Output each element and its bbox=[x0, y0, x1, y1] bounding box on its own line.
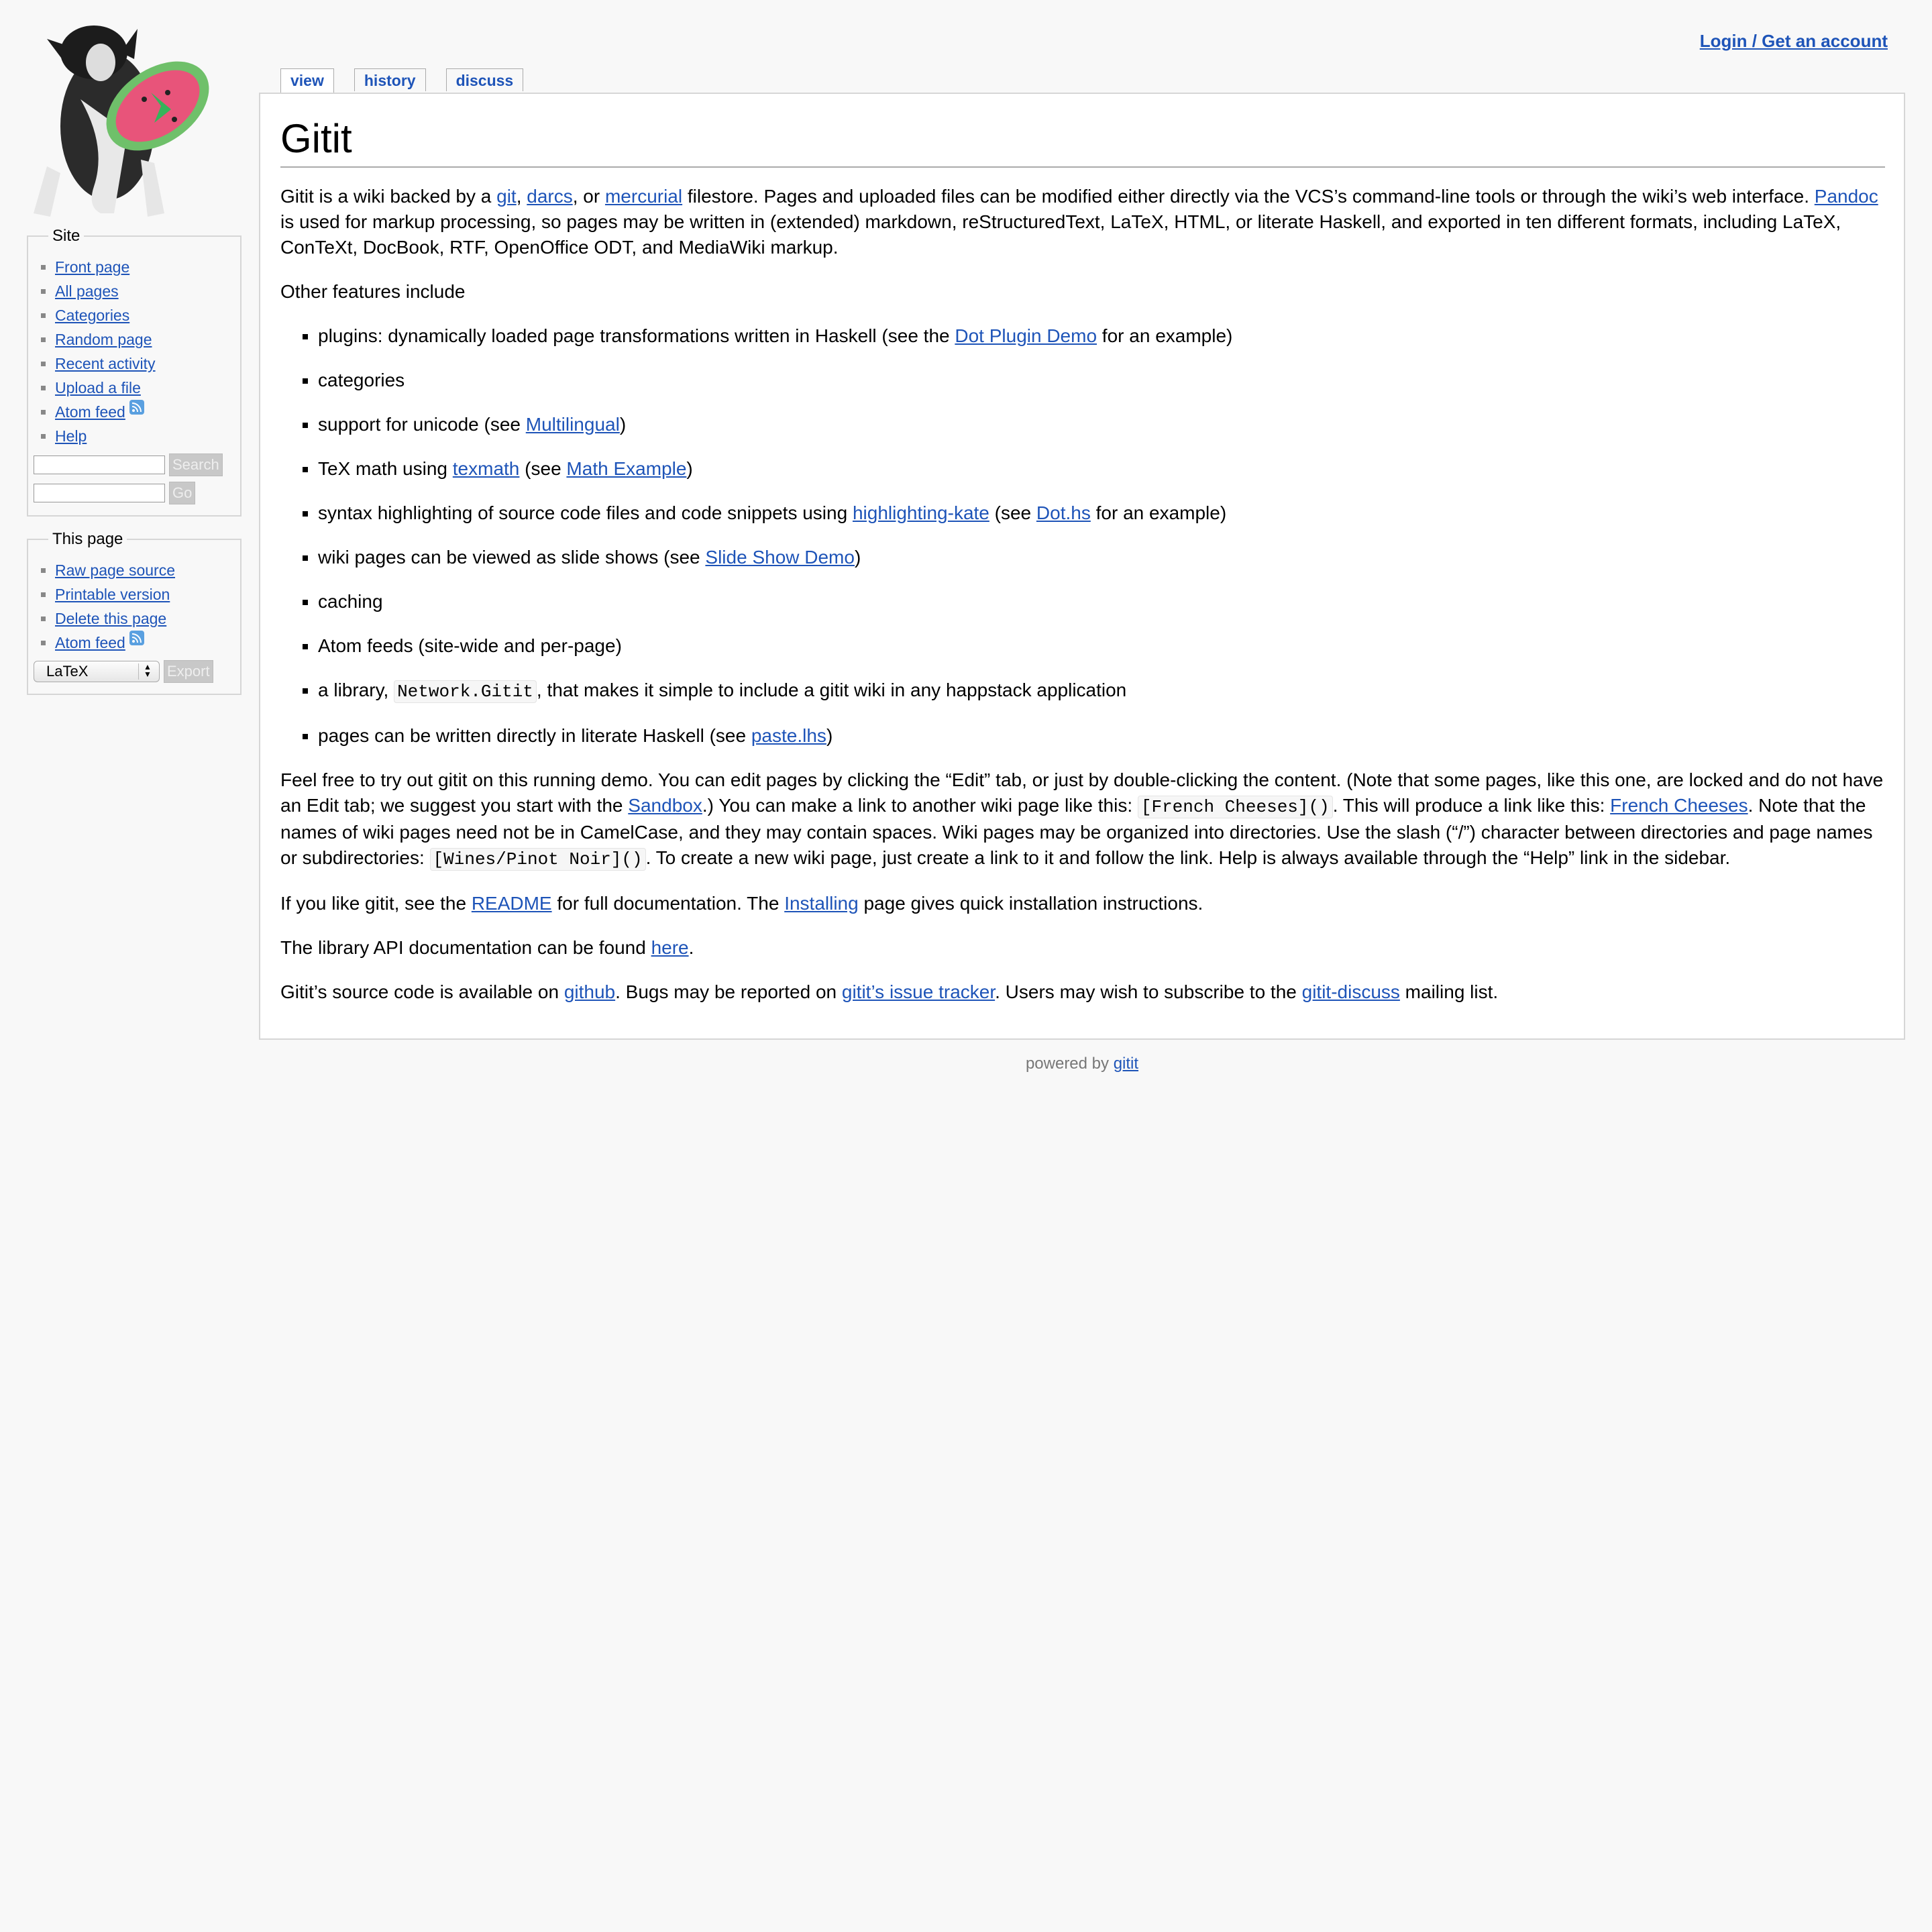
github-link[interactable]: github bbox=[564, 981, 615, 1002]
random-page-link[interactable]: Random page bbox=[55, 331, 152, 348]
tab-discuss[interactable]: discuss bbox=[445, 68, 524, 91]
network-gitit-code: Network.Gitit bbox=[394, 680, 537, 703]
raw-page-source-link[interactable]: Raw page source bbox=[55, 561, 175, 579]
sidebar-item-front-page: Front page bbox=[55, 255, 235, 279]
footer-gitit-link[interactable]: gitit bbox=[1114, 1055, 1138, 1073]
sidebar-item-random-page: Random page bbox=[55, 327, 235, 352]
readme-link[interactable]: README bbox=[472, 893, 552, 914]
page-title: Gitit bbox=[280, 117, 1885, 168]
sidebar-site-list: Front page All pages Categories Random p… bbox=[34, 255, 235, 448]
categories-link[interactable]: Categories bbox=[55, 307, 129, 324]
list-item: TeX math using texmath (see Math Example… bbox=[318, 456, 1885, 482]
list-item: pages can be written directly in literat… bbox=[318, 723, 1885, 749]
sidebar-item-printable: Printable version bbox=[55, 582, 235, 606]
go-form: Go bbox=[34, 482, 235, 504]
tab-history[interactable]: history bbox=[354, 68, 426, 91]
sidebar-site-box: Site Front page All pages Categories Ran… bbox=[27, 227, 241, 517]
all-pages-link[interactable]: All pages bbox=[55, 282, 119, 300]
site-atom-feed-link[interactable]: Atom feed bbox=[55, 403, 125, 421]
tab-history-label[interactable]: history bbox=[364, 72, 416, 89]
mercurial-link[interactable]: mercurial bbox=[605, 186, 682, 207]
help-link[interactable]: Help bbox=[55, 427, 87, 445]
list-item: categories bbox=[318, 368, 1885, 393]
intro-paragraph: Gitit is a wiki backed by a git, darcs, … bbox=[280, 186, 1878, 258]
tab-view-label[interactable]: view bbox=[290, 72, 324, 89]
page-content[interactable]: Gitit Gitit is a wiki backed by a git, d… bbox=[259, 93, 1905, 1040]
search-form: Search bbox=[34, 453, 235, 476]
dot-plugin-demo-link[interactable]: Dot Plugin Demo bbox=[955, 325, 1097, 346]
sidebar-item-categories: Categories bbox=[55, 303, 235, 327]
list-item: support for unicode (see Multilingual) bbox=[318, 412, 1885, 437]
issue-tracker-link[interactable]: gitit’s issue tracker bbox=[842, 981, 995, 1002]
footer-text: powered by bbox=[1025, 1055, 1114, 1073]
installing-link[interactable]: Installing bbox=[784, 893, 859, 914]
export-button[interactable]: Export bbox=[164, 660, 213, 683]
site-logo[interactable] bbox=[20, 12, 221, 223]
multilingual-link[interactable]: Multilingual bbox=[526, 414, 620, 435]
delete-page-link[interactable]: Delete this page bbox=[55, 610, 166, 627]
sidebar-item-delete: Delete this page bbox=[55, 606, 235, 631]
page-atom-feed-link[interactable]: Atom feed bbox=[55, 634, 125, 651]
list-item: caching bbox=[318, 589, 1885, 614]
footer: powered by gitit bbox=[259, 1055, 1905, 1073]
highlighting-kate-link[interactable]: highlighting-kate bbox=[853, 502, 989, 523]
sidebar-item-page-atom-feed: Atom feed bbox=[55, 631, 235, 655]
search-input[interactable] bbox=[34, 455, 165, 474]
go-input[interactable] bbox=[34, 484, 165, 502]
pandoc-link[interactable]: Pandoc bbox=[1815, 186, 1878, 207]
list-item: Atom feeds (site-wide and per-page) bbox=[318, 633, 1885, 659]
sidebar-this-page-box: This page Raw page source Printable vers… bbox=[27, 530, 241, 695]
export-form: LaTeX ▲ ▼ Export bbox=[34, 660, 235, 683]
go-button[interactable]: Go bbox=[169, 482, 196, 504]
list-item: wiki pages can be viewed as slide shows … bbox=[318, 545, 1885, 570]
french-cheeses-code: [French Cheeses]() bbox=[1137, 796, 1333, 818]
sidebar-item-recent-activity: Recent activity bbox=[55, 352, 235, 376]
tab-discuss-label[interactable]: discuss bbox=[456, 72, 514, 89]
list-item: syntax highlighting of source code files… bbox=[318, 500, 1885, 526]
login-link[interactable]: Login / Get an account bbox=[1700, 31, 1888, 52]
gitit-discuss-link[interactable]: gitit-discuss bbox=[1302, 981, 1400, 1002]
sandbox-link[interactable]: Sandbox bbox=[628, 795, 702, 816]
sidebar-item-atom-feed: Atom feed bbox=[55, 400, 235, 424]
rss-feed-icon[interactable] bbox=[129, 631, 144, 645]
sidebar-item-raw-source: Raw page source bbox=[55, 558, 235, 582]
front-page-link[interactable]: Front page bbox=[55, 258, 129, 276]
sidebar-this-page-legend: This page bbox=[52, 530, 123, 548]
list-item: a library, Network.Gitit, that makes it … bbox=[318, 678, 1885, 704]
sidebar-this-page-list: Raw page source Printable version Delete… bbox=[34, 558, 235, 655]
sidebar-site-legend: Site bbox=[52, 227, 80, 245]
darcs-link[interactable]: darcs bbox=[527, 186, 572, 207]
search-button[interactable]: Search bbox=[169, 453, 223, 476]
tab-view[interactable]: view bbox=[280, 68, 334, 94]
git-link[interactable]: git bbox=[496, 186, 517, 207]
other-features-heading: Other features include bbox=[280, 281, 466, 302]
printable-version-link[interactable]: Printable version bbox=[55, 586, 170, 603]
slide-show-demo-link[interactable]: Slide Show Demo bbox=[705, 547, 855, 568]
math-example-link[interactable]: Math Example bbox=[566, 458, 686, 479]
features-list: plugins: dynamically loaded page transfo… bbox=[280, 323, 1885, 749]
readme-paragraph: If you like gitit, see the README for fu… bbox=[280, 893, 1203, 914]
sidebar-item-help: Help bbox=[55, 424, 235, 448]
select-arrows-icon: ▲ ▼ bbox=[138, 663, 154, 680]
list-item: plugins: dynamically loaded page transfo… bbox=[318, 323, 1885, 349]
wines-code: [Wines/Pinot Noir]() bbox=[429, 848, 646, 871]
texmath-link[interactable]: texmath bbox=[453, 458, 520, 479]
dot-hs-link[interactable]: Dot.hs bbox=[1036, 502, 1091, 523]
export-format-select[interactable]: LaTeX ▲ ▼ bbox=[34, 661, 160, 682]
sidebar-item-all-pages: All pages bbox=[55, 279, 235, 303]
paste-lhs-link[interactable]: paste.lhs bbox=[751, 725, 826, 746]
source-paragraph: Gitit’s source code is available on gith… bbox=[280, 981, 1499, 1002]
page-tabs: view history discuss bbox=[280, 68, 524, 94]
recent-activity-link[interactable]: Recent activity bbox=[55, 355, 156, 372]
sidebar-item-upload: Upload a file bbox=[55, 376, 235, 400]
api-here-link[interactable]: here bbox=[651, 937, 689, 958]
feel-free-paragraph: Feel free to try out gitit on this runni… bbox=[280, 769, 1884, 871]
api-paragraph: The library API documentation can be fou… bbox=[280, 937, 694, 958]
french-cheeses-link[interactable]: French Cheeses bbox=[1610, 795, 1748, 816]
rss-feed-icon[interactable] bbox=[129, 400, 144, 415]
export-format-value: LaTeX bbox=[46, 663, 89, 680]
upload-file-link[interactable]: Upload a file bbox=[55, 379, 141, 396]
